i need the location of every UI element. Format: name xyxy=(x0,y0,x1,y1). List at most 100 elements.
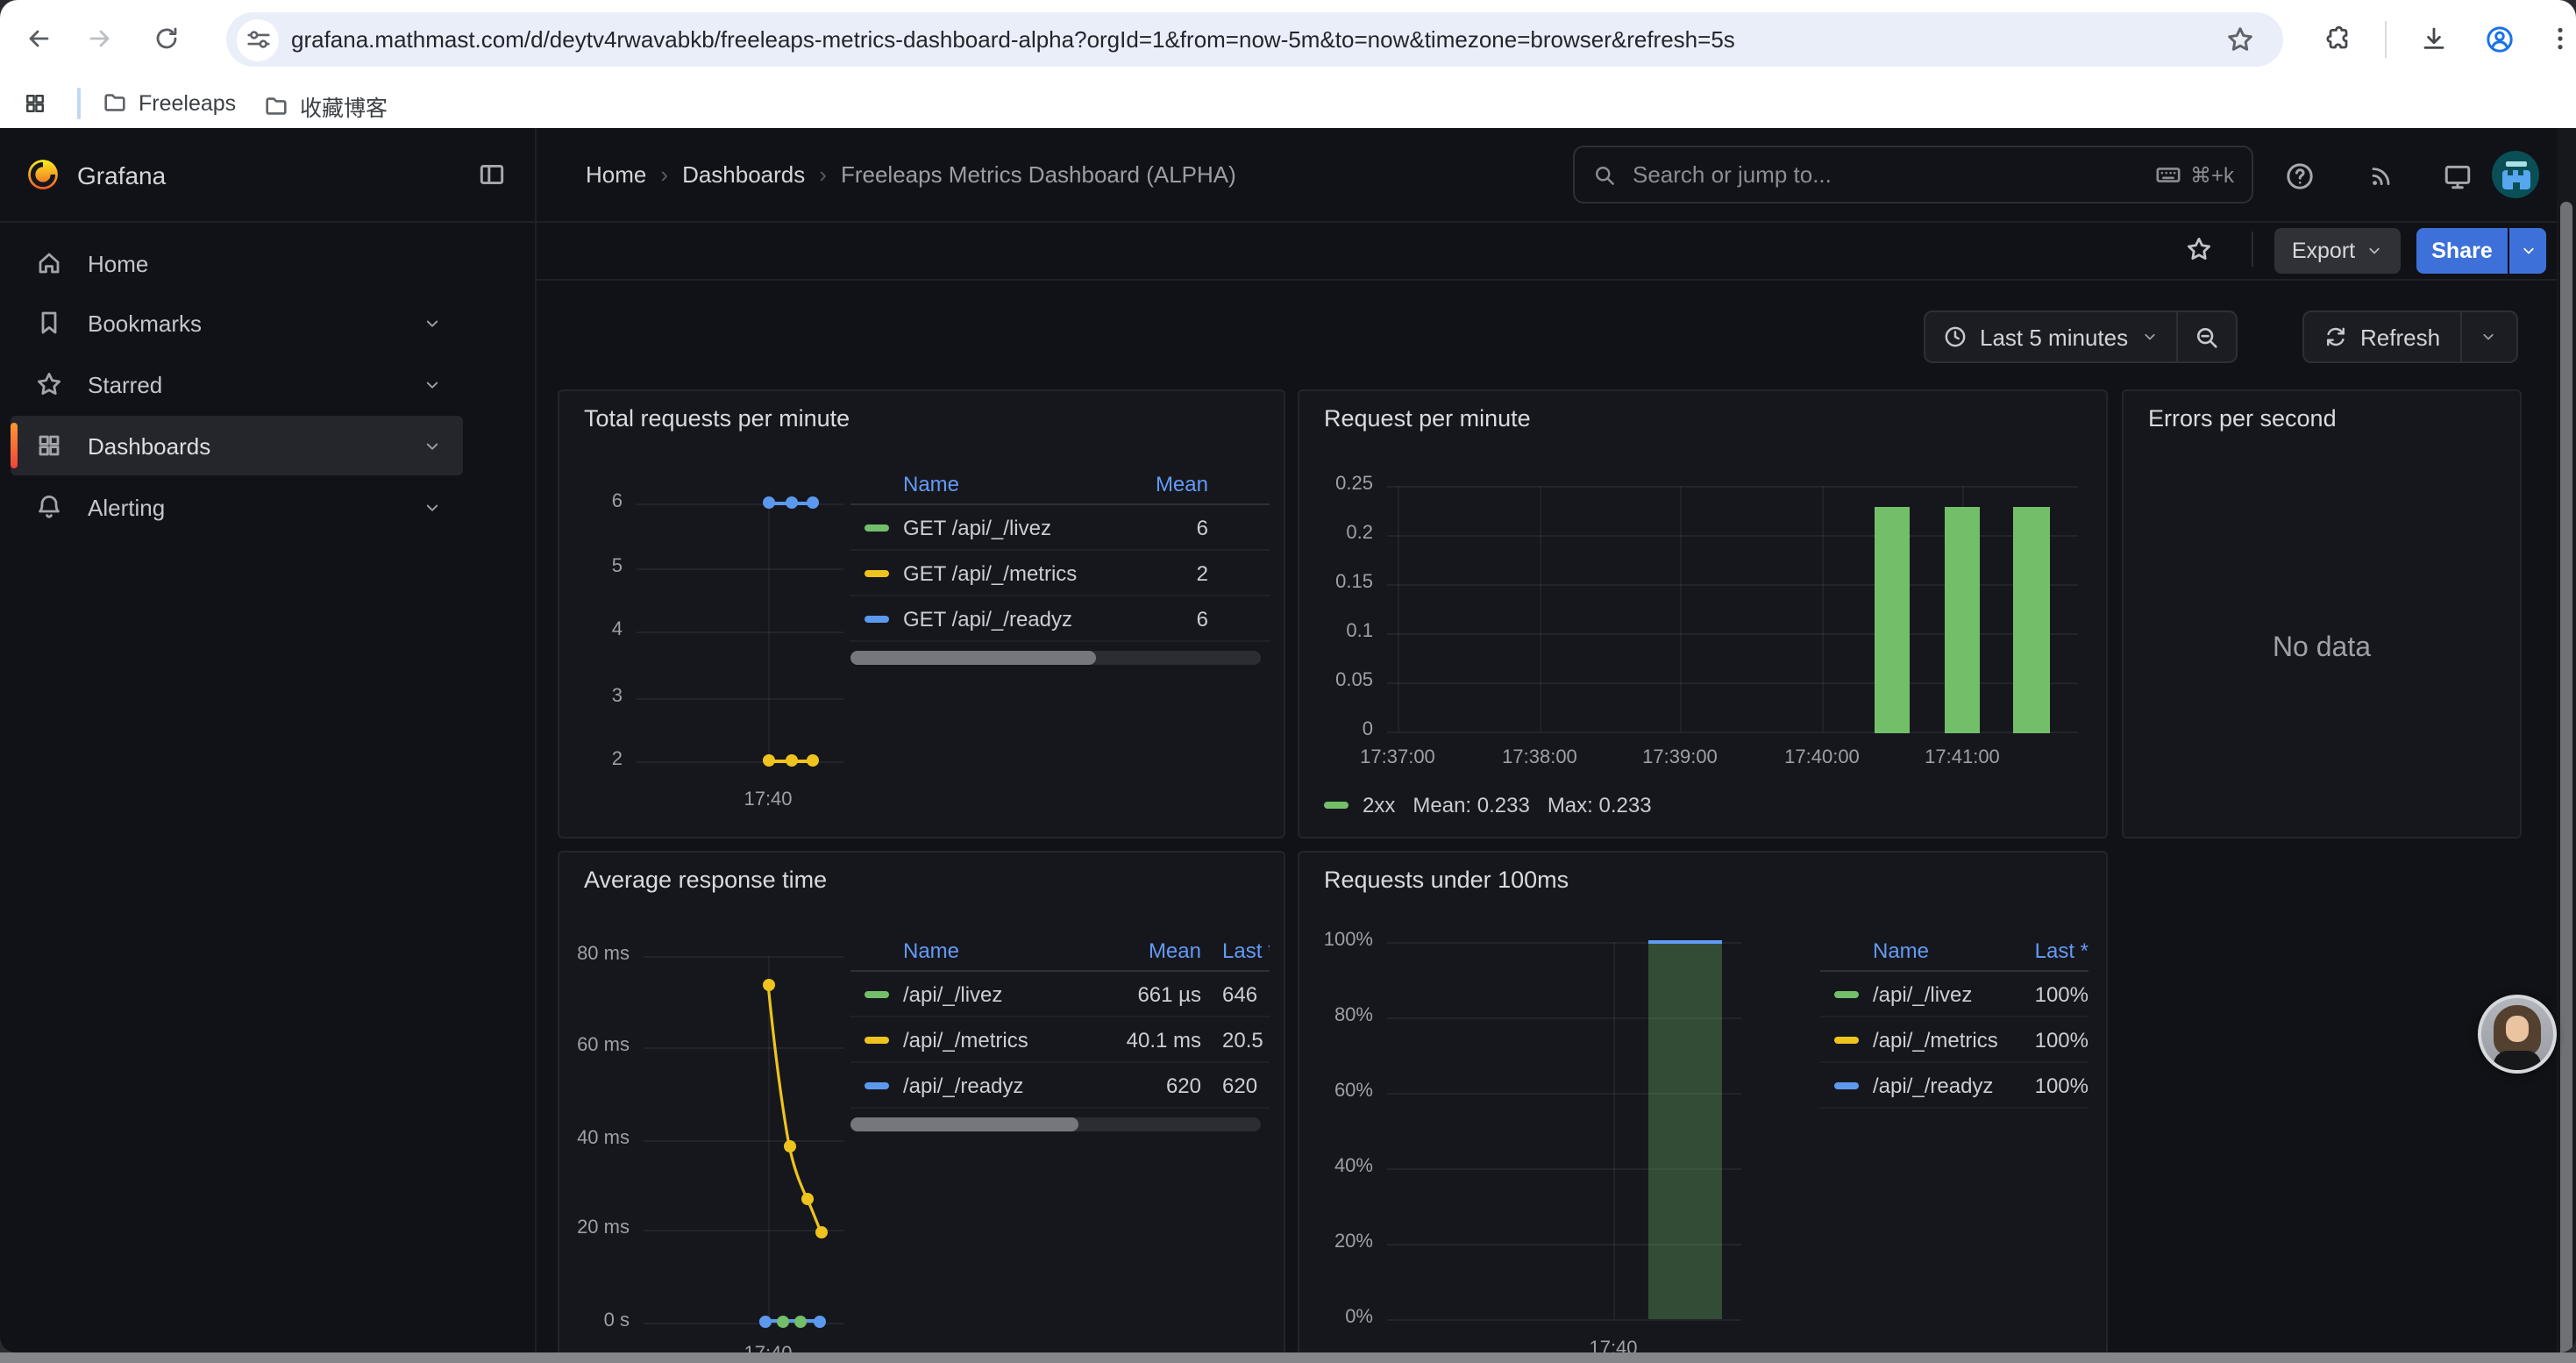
refresh-button[interactable]: Refresh xyxy=(2304,324,2459,350)
tune-icon[interactable] xyxy=(245,26,271,53)
panel-requests-under-100ms: Requests under 100ms 100% 80% 60% 40% 20… xyxy=(1298,851,2108,1352)
gridline xyxy=(1387,486,2078,488)
gridline-vertical xyxy=(1822,486,1824,731)
menu-dots-icon[interactable] xyxy=(2546,25,2574,53)
sidebar-item-alerting[interactable]: Alerting xyxy=(11,477,463,537)
gridline-vertical xyxy=(1540,486,1541,731)
grafana-logo-icon[interactable] xyxy=(26,158,60,200)
y-tick: 3 xyxy=(570,686,623,707)
bookmark-folder-blogs[interactable]: 收藏博客 xyxy=(263,89,388,123)
bookmark-icon xyxy=(35,309,63,337)
y-tick: 60 ms xyxy=(559,1035,630,1056)
legend-row[interactable]: /api/_/livez 100% xyxy=(1820,972,2089,1017)
sidebar-item-home[interactable]: Home xyxy=(11,233,463,293)
legend-mean: Mean: 0.233 xyxy=(1413,793,1529,817)
series-color-chip xyxy=(1324,802,1348,809)
chevron-down-icon[interactable] xyxy=(423,436,442,455)
x-tick: 17:39:00 xyxy=(1627,747,1733,768)
panel-title[interactable]: Average response time xyxy=(584,867,827,893)
breadcrumb-dashboards[interactable]: Dashboards xyxy=(682,161,805,188)
panel-title[interactable]: Total requests per minute xyxy=(584,405,850,432)
bookmark-folder-freeleaps[interactable]: Freeleaps xyxy=(102,89,236,116)
y-tick: 80 ms xyxy=(559,944,630,965)
legend-scrollbar-thumb[interactable] xyxy=(850,1117,1078,1131)
back-icon[interactable] xyxy=(25,25,53,53)
panel-title[interactable]: Request per minute xyxy=(1324,405,1531,432)
chevron-down-icon[interactable] xyxy=(423,313,442,332)
legend-col-name[interactable]: Name xyxy=(850,472,1121,496)
legend-col-last[interactable]: Last * xyxy=(1222,938,1270,963)
sidebar-item-starred[interactable]: Starred xyxy=(11,354,463,414)
zoom-out-icon[interactable] xyxy=(2177,324,2235,350)
monitor-icon[interactable] xyxy=(2443,161,2473,191)
rss-icon[interactable] xyxy=(2367,161,2395,189)
bookmark-star-icon[interactable] xyxy=(2225,25,2255,54)
legend-max: Max: 0.233 xyxy=(1548,793,1652,817)
search-input[interactable] xyxy=(1629,160,2143,189)
x-tick: 17:41:00 xyxy=(1910,747,2015,768)
assistant-avatar[interactable] xyxy=(2478,995,2557,1074)
reload-icon[interactable] xyxy=(153,25,181,53)
apps-grid-icon[interactable] xyxy=(23,91,47,116)
legend-col-name[interactable]: Name xyxy=(850,938,1089,963)
data-point xyxy=(762,978,774,990)
sidebar-item-dashboards[interactable]: Dashboards xyxy=(11,416,463,475)
legend-row[interactable]: GET /api/_/livez 6 xyxy=(850,505,1270,551)
legend-row[interactable]: /api/_/metrics 40.1 ms 20.5 m xyxy=(850,1017,1270,1063)
legend-col-last[interactable]: Last * xyxy=(2011,938,2089,963)
gridline xyxy=(1387,1319,1741,1321)
legend-col-name[interactable]: Name xyxy=(1820,938,2011,963)
gridline xyxy=(637,568,843,570)
search-shortcut: ⌘+k xyxy=(2155,161,2234,188)
legend-scrollbar[interactable] xyxy=(850,651,1261,665)
panel-avg-response-time: Average response time 80 ms 60 ms 40 ms … xyxy=(558,851,1285,1352)
share-dropdown-button[interactable] xyxy=(2509,228,2546,274)
y-tick: 20% xyxy=(1303,1231,1373,1252)
scrollbar-thumb[interactable] xyxy=(2560,202,2572,1352)
forward-icon[interactable] xyxy=(86,25,114,53)
legend-row[interactable]: /api/_/metrics 100% xyxy=(1820,1017,2089,1063)
x-tick: 17:40 xyxy=(724,789,812,810)
legend-row[interactable]: GET /api/_/readyz 6 xyxy=(850,596,1270,642)
series-color-chip xyxy=(865,569,889,576)
series-color-chip xyxy=(1834,1081,1859,1088)
user-avatar[interactable] xyxy=(2492,151,2539,198)
legend-col-mean[interactable]: Mean xyxy=(1121,472,1208,496)
clock-icon xyxy=(1943,325,1968,349)
legend-row[interactable]: /api/_/readyz 100% xyxy=(1820,1063,2089,1109)
sidebar-item-bookmarks[interactable]: Bookmarks xyxy=(11,293,463,353)
help-icon[interactable] xyxy=(2285,161,2315,191)
url-text[interactable]: grafana.mathmast.com/d/deytv4rwavabkb/fr… xyxy=(291,26,2202,53)
favorite-star-icon[interactable] xyxy=(2185,235,2213,263)
address-bar[interactable]: grafana.mathmast.com/d/deytv4rwavabkb/fr… xyxy=(226,12,2283,67)
sidebar-toggle-icon[interactable] xyxy=(477,160,507,189)
legend-row[interactable]: /api/_/livez 661 µs 646 xyxy=(850,972,1270,1017)
legend-inline[interactable]: 2xx Mean: 0.233 Max: 0.233 xyxy=(1324,793,1652,817)
breadcrumb-home[interactable]: Home xyxy=(586,161,646,188)
export-button[interactable]: Export xyxy=(2274,228,2401,274)
panel-title[interactable]: Requests under 100ms xyxy=(1324,867,1569,893)
panel-title[interactable]: Errors per second xyxy=(2148,405,2337,432)
y-tick: 0.15 xyxy=(1299,572,1373,593)
browser-toolbar: grafana.mathmast.com/d/deytv4rwavabkb/fr… xyxy=(0,0,2576,79)
search-box[interactable]: ⌘+k xyxy=(1573,146,2253,203)
refresh-interval-dropdown[interactable] xyxy=(2461,328,2516,346)
y-tick: 0% xyxy=(1303,1307,1373,1328)
series-color-chip xyxy=(865,1081,889,1088)
time-range-picker[interactable]: Last 5 minutes xyxy=(1925,324,2175,350)
legend-scrollbar[interactable] xyxy=(850,1117,1261,1131)
avatar-face xyxy=(2506,1016,2529,1042)
profile-icon[interactable] xyxy=(2485,25,2515,54)
legend-col-mean[interactable]: Mean xyxy=(1089,938,1201,963)
extensions-icon[interactable] xyxy=(2323,25,2352,53)
legend-row[interactable]: /api/_/readyz 620 620 xyxy=(850,1063,1270,1109)
download-icon[interactable] xyxy=(2420,25,2448,53)
window-bottom-edge xyxy=(0,1352,2576,1363)
share-button[interactable]: Share xyxy=(2416,228,2508,274)
y-tick: 0 s xyxy=(559,1310,630,1331)
legend-scrollbar-thumb[interactable] xyxy=(850,651,1096,665)
chevron-down-icon[interactable] xyxy=(423,497,442,517)
legend-row[interactable]: GET /api/_/metrics 2 xyxy=(850,551,1270,596)
data-point xyxy=(785,753,797,766)
chevron-down-icon[interactable] xyxy=(423,375,442,394)
